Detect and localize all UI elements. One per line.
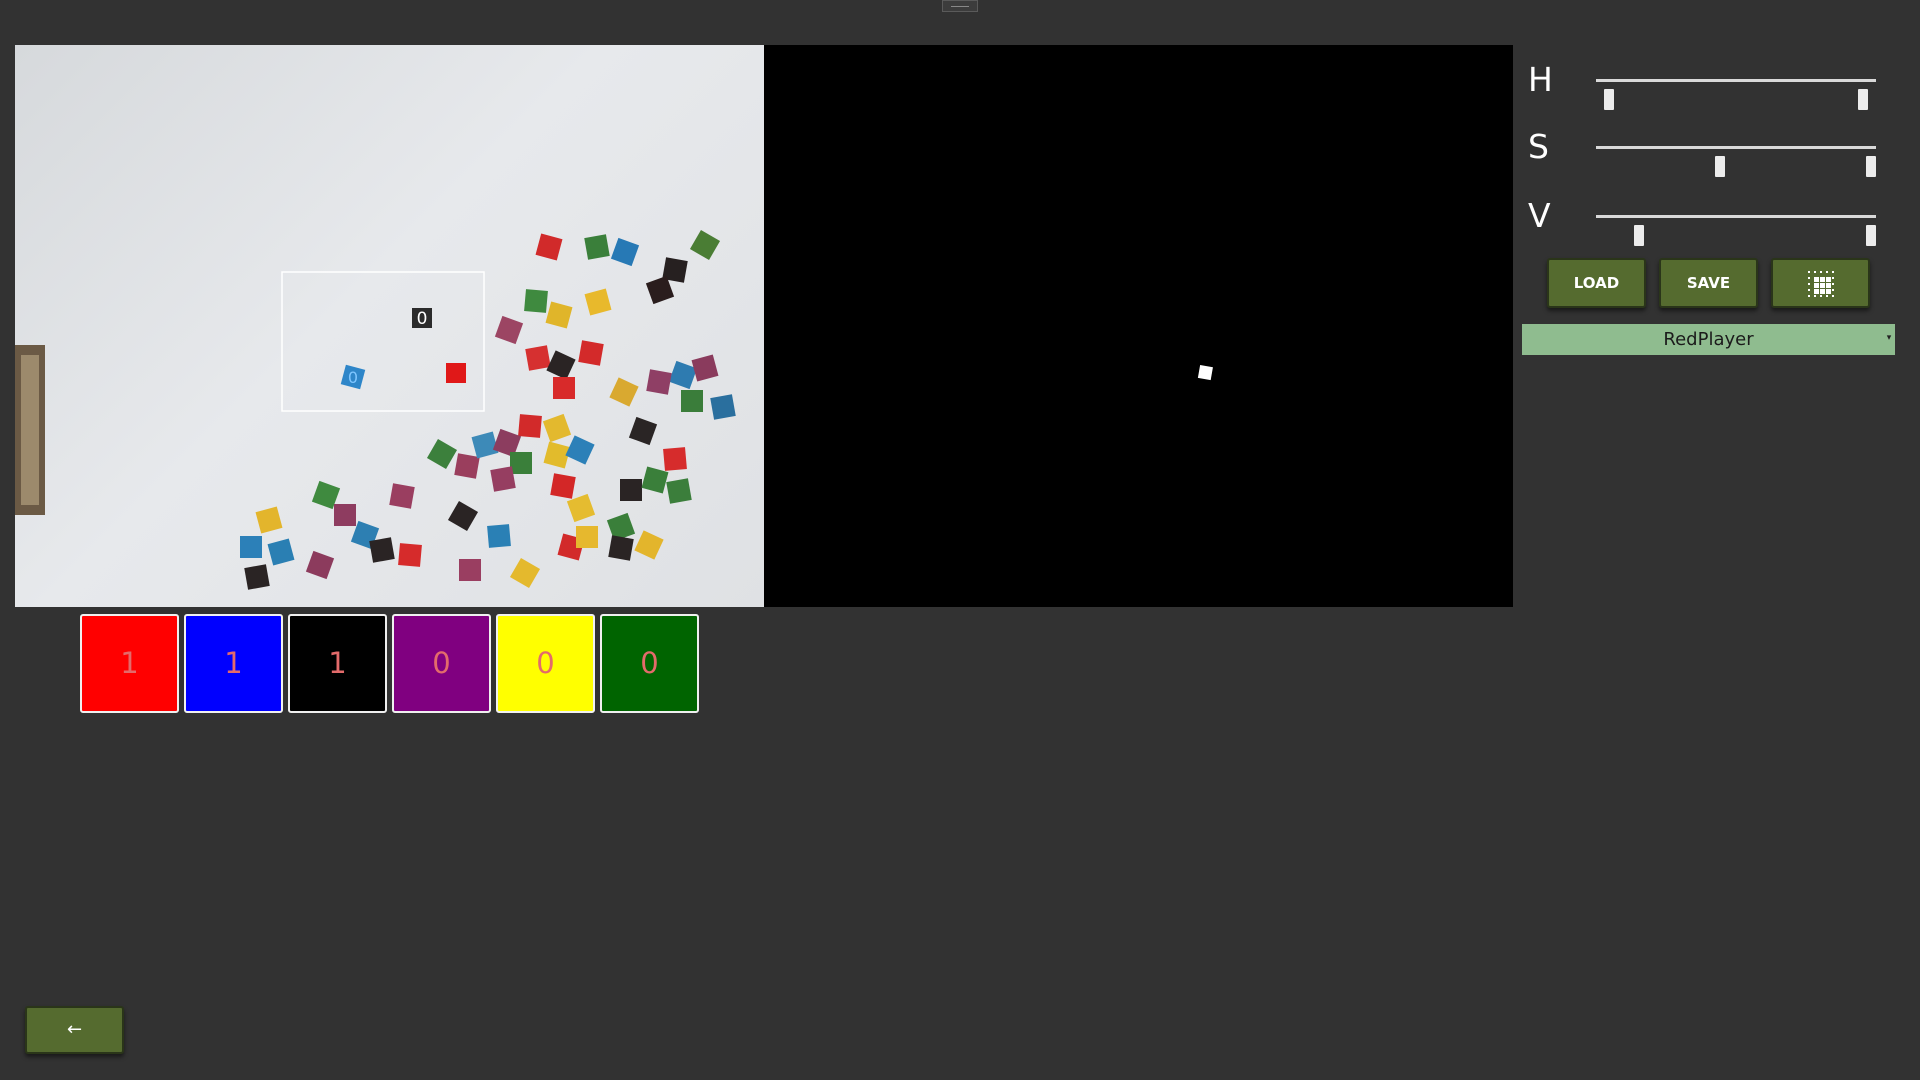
svg-text:0: 0 (348, 368, 358, 387)
slider-track-h[interactable] (1596, 79, 1876, 110)
cube (553, 377, 575, 399)
detected-blue-cube: 0 (340, 364, 366, 390)
save-button[interactable]: SAVE (1659, 258, 1758, 308)
counter-red-value: 1 (120, 646, 139, 680)
svg-text:0: 0 (417, 309, 428, 329)
cube (267, 538, 295, 566)
slider-handle-high-s[interactable] (1866, 156, 1876, 177)
cube (459, 559, 481, 581)
counter-black-value: 1 (328, 646, 347, 680)
cube (646, 369, 672, 395)
cube (447, 500, 479, 532)
slider-track-s[interactable] (1596, 146, 1876, 177)
slider-h[interactable]: H (1528, 60, 1900, 110)
counter-green-value: 0 (640, 646, 659, 680)
slider-label-h: H (1528, 60, 1553, 99)
cube (584, 288, 612, 316)
cube (634, 530, 664, 560)
cube (255, 506, 283, 534)
cube (578, 340, 604, 366)
cube (550, 473, 576, 499)
cube (369, 537, 395, 563)
cube (641, 466, 669, 494)
cube (426, 438, 458, 470)
cube (305, 550, 335, 580)
slider-label-s: S (1528, 127, 1549, 166)
camera-view: 0 0 (15, 45, 764, 607)
counter-green: 0 (600, 614, 699, 713)
grid-button[interactable] (1771, 258, 1870, 308)
cube (584, 234, 610, 260)
cube (471, 431, 499, 459)
slider-handle-low-s[interactable] (1714, 156, 1725, 177)
slider-v[interactable]: V (1528, 196, 1900, 246)
cube (666, 478, 692, 504)
back-arrow-icon: ← (66, 1019, 83, 1040)
player-select[interactable]: RedPlayer ▾ (1522, 324, 1895, 355)
cube (609, 377, 639, 407)
cube (518, 414, 542, 438)
dropdown-caret-icon: ▾ (1886, 333, 1892, 343)
cube (510, 452, 532, 474)
cube (610, 237, 640, 267)
counter-purple: 0 (392, 614, 491, 713)
counter-black: 1 (288, 614, 387, 713)
slider-track-v[interactable] (1596, 215, 1876, 246)
cube (663, 447, 687, 471)
cube (389, 483, 415, 509)
counter-yellow-value: 0 (536, 646, 555, 680)
cube (565, 435, 595, 465)
slider-handle-high-v[interactable] (1866, 225, 1876, 246)
cube (535, 233, 563, 261)
cube (494, 315, 524, 345)
counter-red: 1 (80, 614, 179, 713)
cube (490, 466, 516, 492)
cube (620, 479, 642, 501)
cube-field (240, 229, 736, 590)
mask-blob (1197, 365, 1213, 381)
cube (525, 345, 551, 371)
counter-blue: 1 (184, 614, 283, 713)
cube (244, 564, 270, 590)
cube (454, 453, 480, 479)
cube (240, 536, 262, 558)
detected-red-cube (446, 363, 466, 383)
cube (546, 350, 576, 380)
detection-region (281, 271, 485, 412)
cube (628, 416, 658, 446)
cube (689, 229, 721, 261)
grid-icon (1807, 271, 1834, 297)
counter-purple-value: 0 (432, 646, 451, 680)
back-button[interactable]: ← (25, 1006, 124, 1054)
cube (681, 390, 703, 412)
detected-black-cube: 0 (412, 308, 432, 329)
cube (524, 289, 548, 313)
slider-handle-high-h[interactable] (1857, 89, 1868, 110)
cube (691, 354, 719, 382)
cube (334, 504, 356, 526)
cube (545, 301, 573, 329)
counter-blue-value: 1 (224, 646, 243, 680)
cube (710, 394, 736, 420)
load-button[interactable]: LOAD (1547, 258, 1646, 308)
cube (398, 543, 422, 567)
player-select-value: RedPlayer (1663, 329, 1754, 350)
cube (576, 526, 598, 548)
cube (542, 413, 572, 443)
slider-label-v: V (1528, 196, 1551, 235)
slider-s[interactable]: S (1528, 127, 1900, 177)
slider-handle-low-v[interactable] (1633, 225, 1644, 246)
cube (608, 535, 634, 561)
cube (509, 557, 541, 589)
cube (487, 524, 511, 548)
mask-view (764, 45, 1513, 607)
menu-handle-icon[interactable] (942, 0, 978, 12)
slider-handle-low-h[interactable] (1604, 89, 1615, 110)
counter-yellow: 0 (496, 614, 595, 713)
